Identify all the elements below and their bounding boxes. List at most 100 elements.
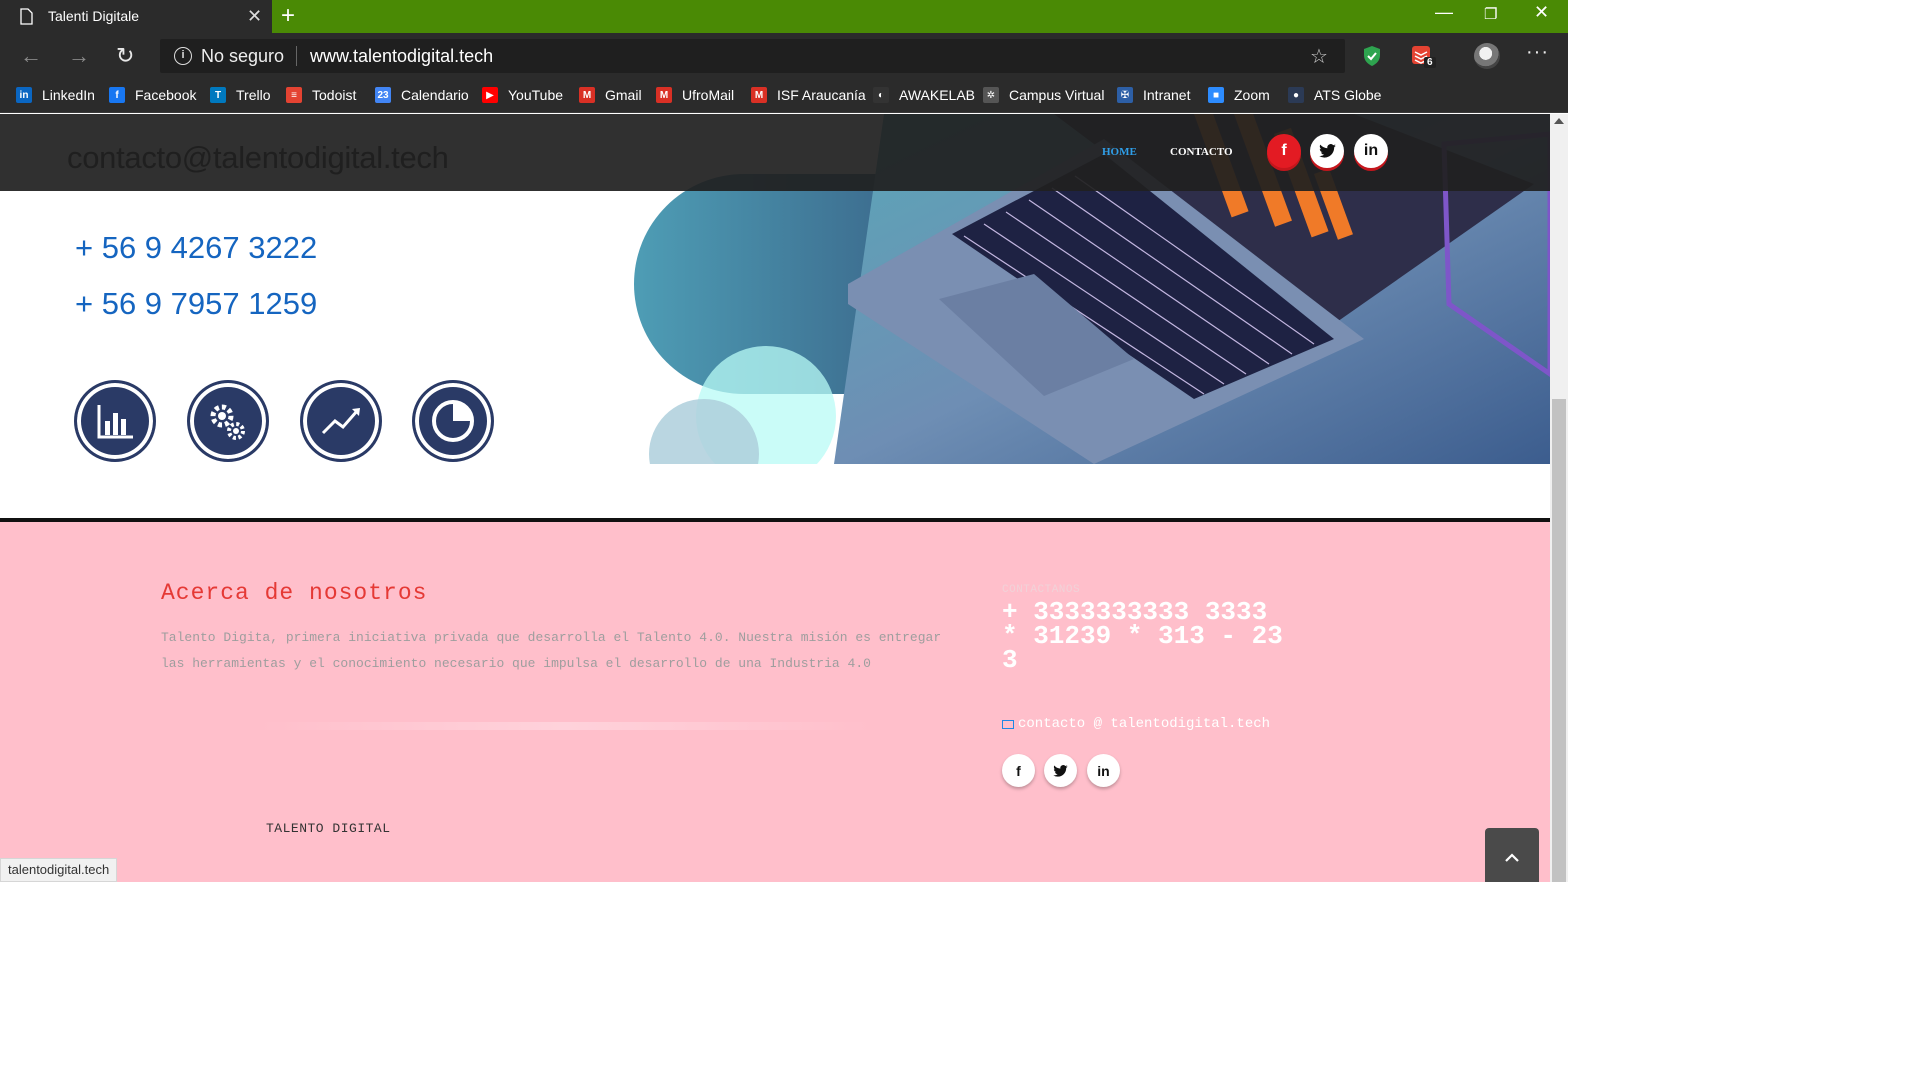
active-tab[interactable]: Talenti Digitale ✕	[0, 0, 272, 33]
about-text: Talento Digita, primera iniciativa priva…	[161, 630, 942, 671]
vertical-scrollbar[interactable]	[1550, 114, 1568, 882]
back-button[interactable]: ←	[20, 43, 42, 69]
gears-icon[interactable]	[187, 380, 269, 462]
envelope-icon	[1002, 719, 1014, 729]
globe-icon: ●	[1288, 87, 1304, 103]
bookmark-label: UfroMail	[682, 87, 735, 103]
forward-button[interactable]: →	[68, 43, 90, 69]
bookmark-label: Trello	[236, 87, 271, 103]
phone-number-2[interactable]: + 56 9 7957 1259	[75, 286, 317, 322]
contact-email-link[interactable]: contacto @ talentodigital.tech	[1002, 716, 1270, 732]
security-status[interactable]: No seguro	[201, 46, 284, 67]
facebook-icon: f	[109, 87, 125, 103]
todoist-icon: ≡	[286, 87, 302, 103]
bookmark-label: AWAKELAB	[899, 87, 975, 103]
page-viewport: contacto@talentodigital.tech HOME CONTAC…	[0, 114, 1550, 882]
nav-contacto[interactable]: CONTACTO	[1170, 146, 1233, 158]
address-separator	[296, 46, 297, 66]
twitter-bird-icon	[1318, 144, 1336, 158]
bookmark-calendario[interactable]: 23 Calendario	[375, 84, 469, 106]
chevron-up-icon	[1505, 853, 1519, 862]
linkedin-icon[interactable]: in	[1354, 134, 1388, 168]
url-text[interactable]: www.talentodigital.tech	[310, 46, 493, 67]
extension-badge: 6	[1424, 57, 1436, 68]
footer-linkedin-icon[interactable]: in	[1087, 754, 1120, 787]
shield-extension-icon[interactable]	[1362, 45, 1382, 67]
page-icon	[20, 8, 33, 25]
contact-email-text: contacto @ talentodigital.tech	[1018, 716, 1271, 732]
bookmark-label: Calendario	[401, 87, 469, 103]
bookmark-label: Campus Virtual	[1009, 87, 1105, 103]
profile-avatar[interactable]	[1474, 43, 1500, 69]
favorite-star-icon[interactable]: ☆	[1310, 44, 1328, 69]
footer-facebook-icon[interactable]: f	[1002, 754, 1035, 787]
nav-home[interactable]: HOME	[1102, 146, 1137, 158]
bookmark-label: Gmail	[605, 87, 642, 103]
phone-number-1[interactable]: + 56 9 4267 3222	[75, 230, 317, 266]
about-underline	[260, 722, 870, 730]
tab-close-icon[interactable]: ✕	[247, 6, 262, 27]
trello-icon: T	[210, 87, 226, 103]
minimize-button[interactable]: —	[1435, 2, 1453, 23]
zoom-icon: ■	[1208, 87, 1224, 103]
bookmark-youtube[interactable]: ▶ YouTube	[482, 84, 563, 106]
bar-chart-icon[interactable]	[74, 380, 156, 462]
bookmark-linkedin[interactable]: in LinkedIn	[16, 84, 95, 106]
linkedin-icon: in	[16, 87, 32, 103]
bookmark-label: LinkedIn	[42, 87, 95, 103]
calendar-icon: 23	[375, 87, 391, 103]
contact-label: CONTACTANOS	[1002, 584, 1081, 596]
bookmark-label: Todoist	[312, 87, 357, 103]
info-icon[interactable]: i	[174, 47, 192, 65]
site-footer: Acerca de nosotros Talento Digita, prime…	[0, 522, 1550, 882]
trend-up-icon[interactable]	[300, 380, 382, 462]
bookmark-label: ATS Globe	[1314, 87, 1382, 103]
intranet-icon: ✠	[1117, 87, 1133, 103]
awakelab-icon: ◐	[873, 87, 889, 103]
bookmark-trello[interactable]: T Trello	[210, 84, 271, 106]
footer-brand: TALENTO DIGITAL	[266, 821, 391, 836]
gmail-icon: M	[656, 87, 672, 103]
bookmark-todoist[interactable]: ≡ Todoist	[286, 84, 356, 106]
address-bar[interactable]: i No seguro www.talentodigital.tech ☆	[160, 39, 1345, 73]
contact-phone[interactable]: + 3333333333 3333 * 31239 * 313 - 233	[1002, 599, 1292, 673]
trend-up-glyph	[321, 408, 360, 435]
todoist-extension-icon[interactable]: 6	[1411, 45, 1436, 68]
twitter-icon[interactable]	[1310, 134, 1344, 168]
restore-button[interactable]: ❐	[1484, 5, 1497, 23]
site-header: contacto@talentodigital.tech HOME CONTAC…	[0, 114, 1550, 191]
header-email[interactable]: contacto@talentodigital.tech	[67, 140, 449, 176]
browser-toolbar: ← → ↻ i No seguro www.talentodigital.tec…	[0, 33, 1568, 78]
back-to-top-button[interactable]	[1485, 828, 1539, 882]
bookmarks-bar: in LinkedIn f Facebook T Trello ≡ Todoist 23 Cale…	[0, 78, 1568, 113]
scrollbar-thumb[interactable]	[1552, 399, 1566, 882]
bookmark-zoom[interactable]: ■ Zoom	[1208, 84, 1270, 106]
bookmark-isf-araucan-a[interactable]: M ISF Araucanía	[751, 84, 866, 106]
more-menu-icon[interactable]: ···	[1526, 41, 1549, 64]
bookmark-gmail[interactable]: M Gmail	[579, 84, 642, 106]
pie-clock-icon[interactable]	[412, 380, 494, 462]
bookmark-awakelab[interactable]: ◐ AWAKELAB	[873, 84, 975, 106]
about-title: Acerca de nosotros	[161, 580, 428, 606]
bookmark-campus-virtual[interactable]: ✲ Campus Virtual	[983, 84, 1104, 106]
bar-chart-glyph	[97, 405, 133, 439]
window-close-button[interactable]: ✕	[1534, 2, 1549, 23]
bookmark-ufromail[interactable]: M UfroMail	[656, 84, 734, 106]
bookmark-label: ISF Araucanía	[777, 87, 866, 103]
bookmark-facebook[interactable]: f Facebook	[109, 84, 196, 106]
bookmark-intranet[interactable]: ✠ Intranet	[1117, 84, 1190, 106]
facebook-icon[interactable]: f	[1267, 134, 1301, 168]
pie-clock-glyph	[432, 400, 474, 442]
bookmark-ats-globe[interactable]: ● ATS Globe	[1288, 84, 1381, 106]
twitter-bird-icon	[1053, 764, 1068, 777]
status-bar-url: talentodigital.tech	[0, 858, 118, 882]
gears-glyph	[210, 404, 245, 440]
reload-button[interactable]: ↻	[116, 43, 134, 69]
scroll-up-arrow-icon[interactable]	[1554, 118, 1564, 124]
browser-window: Talenti Digitale ✕ + — ❐ ✕ ← → ↻ i No se…	[0, 0, 1568, 882]
footer-twitter-icon[interactable]	[1044, 754, 1077, 787]
bookmark-label: Intranet	[1143, 87, 1191, 103]
gmail-icon: M	[579, 87, 595, 103]
new-tab-button[interactable]: +	[281, 2, 295, 30]
tab-title: Talenti Digitale	[48, 8, 140, 24]
